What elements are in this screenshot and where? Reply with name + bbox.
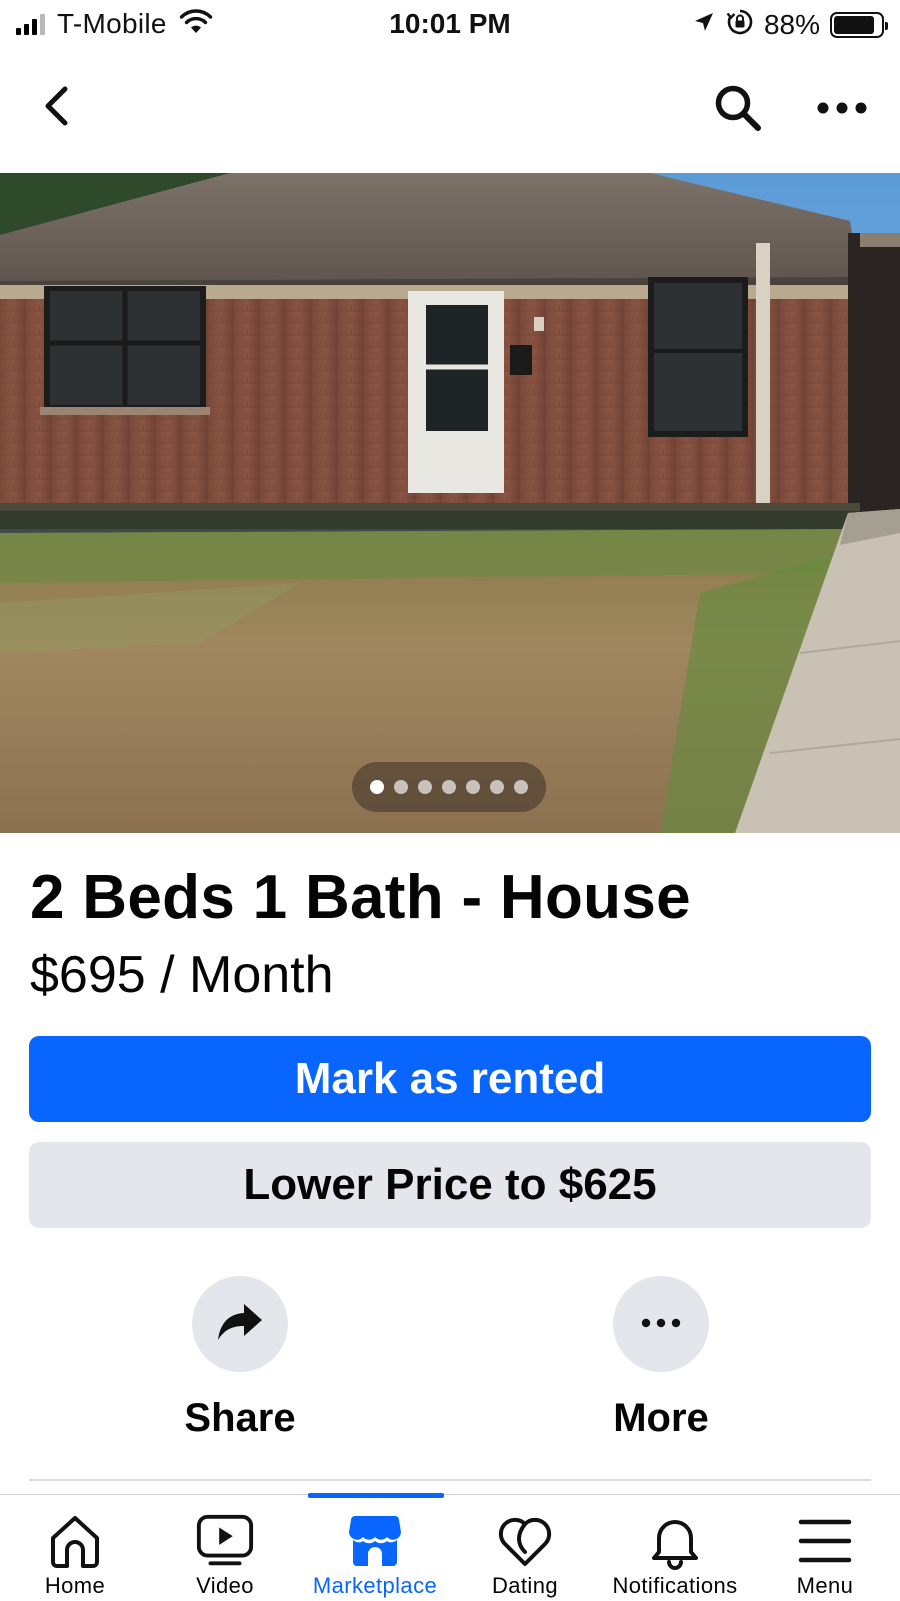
tab-label: Marketplace <box>312 1573 438 1598</box>
tab-label: Menu <box>796 1573 854 1598</box>
listing-price: $695 / Month <box>30 946 334 1004</box>
marketplace-icon <box>345 1511 405 1571</box>
pagination-dot <box>514 780 528 794</box>
listing-photo[interactable] <box>0 173 900 833</box>
active-tab-indicator <box>308 1493 444 1498</box>
photo-pagination <box>352 762 546 812</box>
pagination-dot <box>394 780 408 794</box>
more-button[interactable] <box>613 1276 709 1372</box>
more-label: More <box>613 1396 709 1440</box>
tab-home[interactable]: Home <box>0 1495 150 1601</box>
bottom-tab-bar: Home Video Marketplace Dating Notificati… <box>0 1493 900 1601</box>
search-button[interactable] <box>708 80 768 140</box>
pagination-dot <box>442 780 456 794</box>
tab-menu[interactable]: Menu <box>750 1495 900 1601</box>
dating-icon <box>495 1511 555 1571</box>
location-icon <box>692 10 716 39</box>
tab-dating[interactable]: Dating <box>450 1495 600 1601</box>
menu-icon <box>795 1511 855 1571</box>
more-dots-icon <box>641 1315 681 1333</box>
share-icon <box>216 1302 264 1347</box>
battery-percent: 88% <box>763 8 820 40</box>
pagination-dot <box>490 780 504 794</box>
tab-label: Dating <box>492 1573 558 1598</box>
tab-label: Notifications <box>612 1573 738 1598</box>
more-options-button[interactable] <box>812 80 872 140</box>
tab-video[interactable]: Video <box>150 1495 300 1601</box>
share-label: Share <box>184 1396 296 1440</box>
more-action[interactable]: More <box>551 1276 771 1441</box>
status-right: 88% <box>692 8 888 41</box>
back-icon <box>41 85 71 132</box>
pagination-dot <box>370 780 384 794</box>
top-nav <box>0 60 900 160</box>
share-button[interactable] <box>192 1276 288 1372</box>
back-button[interactable] <box>30 82 82 134</box>
tab-notifications[interactable]: Notifications <box>600 1495 750 1601</box>
status-bar: T-Mobile 10:01 PM 88% <box>0 0 900 50</box>
home-icon <box>45 1511 105 1571</box>
more-icon <box>816 101 868 120</box>
search-icon <box>712 82 764 139</box>
battery-level <box>834 15 875 34</box>
divider <box>29 1479 871 1481</box>
pagination-dot <box>466 780 480 794</box>
tab-label: Video <box>196 1573 254 1598</box>
bell-icon <box>645 1511 705 1571</box>
share-action[interactable]: Share <box>130 1276 350 1441</box>
orientation-lock-icon <box>726 8 754 41</box>
video-icon <box>195 1511 255 1571</box>
house-photo-illustration <box>0 173 900 833</box>
lower-price-button[interactable]: Lower Price to $625 <box>29 1142 871 1228</box>
mark-as-rented-button[interactable]: Mark as rented <box>29 1036 871 1122</box>
tab-marketplace[interactable]: Marketplace <box>300 1493 450 1601</box>
battery-icon <box>830 11 888 38</box>
tab-label: Home <box>44 1573 106 1598</box>
listing-title: 2 Beds 1 Bath - House <box>30 863 691 932</box>
pagination-dot <box>418 780 432 794</box>
